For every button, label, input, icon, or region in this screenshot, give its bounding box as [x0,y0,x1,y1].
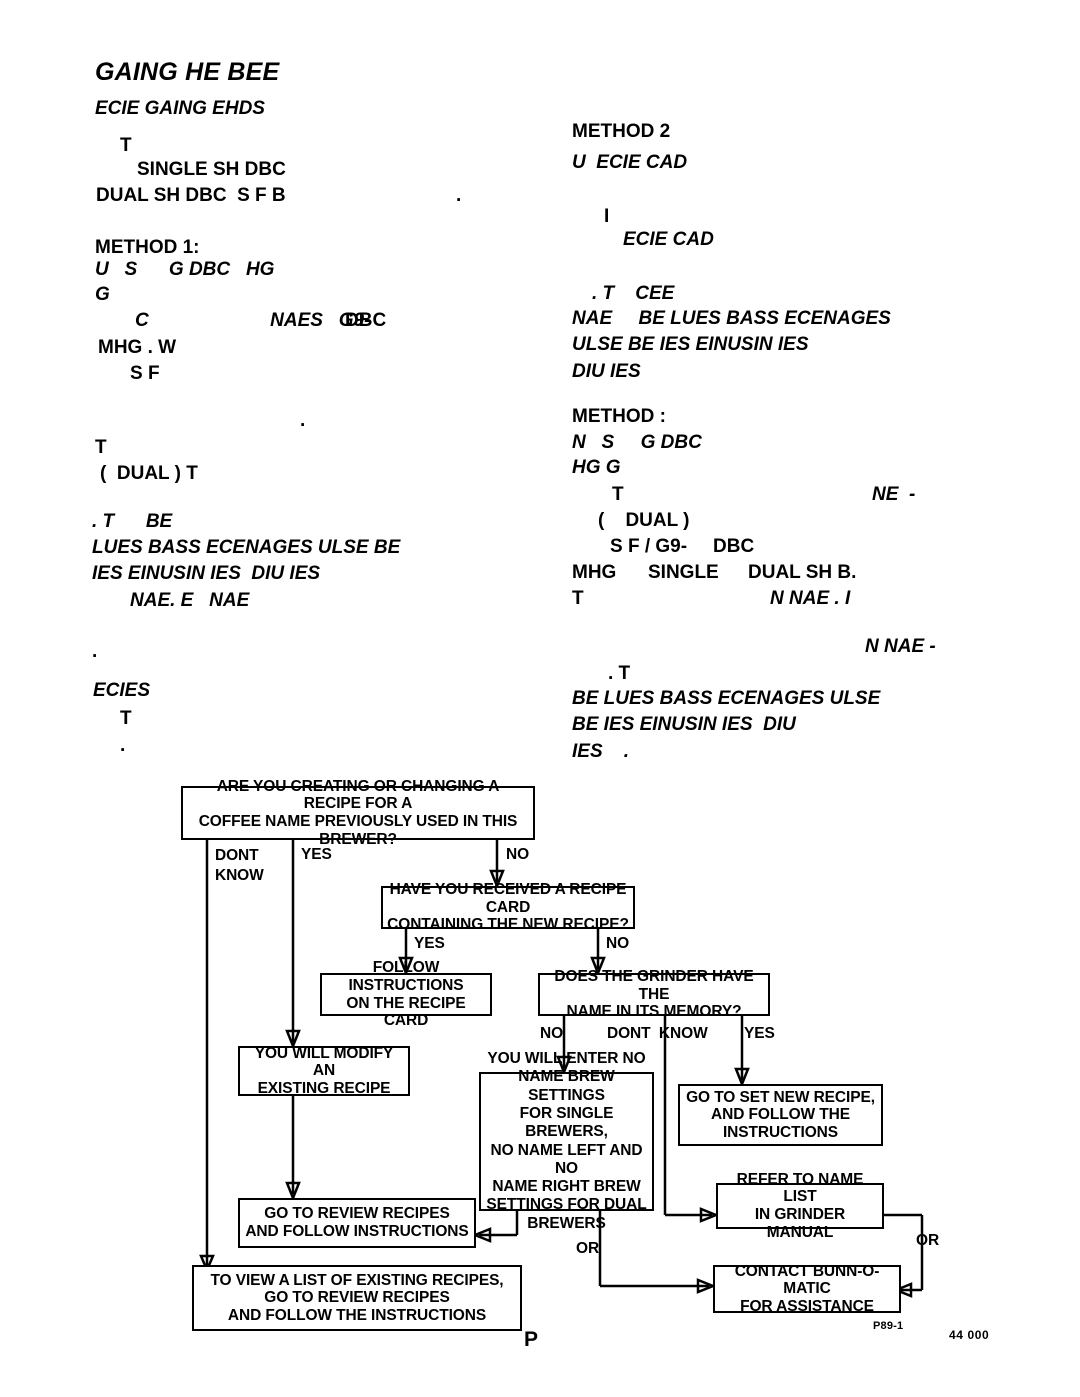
recipe-decision-flowchart: ARE YOU CREATING OR CHANGING A RECIPE FO… [0,0,1080,1397]
flow-box-refer-name-list: REFER TO NAME LIST IN GRINDER MANUAL [716,1171,884,1241]
flow-box-modify-existing-recipe: YOU WILL MODIFY AN EXISTING RECIPE [238,1045,410,1097]
flow-label-yes-3: YES [744,1025,775,1042]
footer-drawing-code: P89-1 [873,1320,904,1332]
flow-box-question-1: ARE YOU CREATING OR CHANGING A RECIPE FO… [181,778,535,848]
flow-label-dont-know-3: DONT KNOW [607,1025,708,1042]
flow-box-question-2: HAVE YOU RECEIVED A RECIPE CARD CONTAININ… [381,881,635,933]
flow-label-dont-know-1: DONT KNOW [215,847,264,885]
footer-page-number: 44 000 [949,1328,990,1342]
flow-label-no-1: NO [506,846,530,863]
flow-box-review-recipes: GO TO REVIEW RECIPES AND FOLLOW INSTRUCTI… [238,1198,476,1248]
flow-box-contact-bunn: CONTACT BUNN-O-MATIC FOR ASSISTANCE [713,1263,901,1315]
flow-box-enter-no-name-settings: YOU WILL ENTER NO NAME BREW SETTINGS FOR S… [479,1050,654,1232]
flow-box-set-new-recipe: GO TO SET NEW RECIPE, AND FOLLOW THE INSTR… [678,1084,883,1146]
flow-label-yes-1: YES [301,846,332,863]
flow-label-no-3: NO [540,1025,564,1042]
stray-glyph: P [524,1328,539,1351]
flow-box-follow-recipe-card: FOLLOW INSTRUCTIONS ON THE RECIPE CARD [320,959,492,1029]
flow-label-or-right: OR [916,1232,940,1249]
flow-label-yes-2: YES [414,935,445,952]
flow-box-question-3: DOES THE GRINDER HAVE THE NAME IN ITS MEM… [538,968,770,1020]
flow-label-no-2: NO [606,935,630,952]
flow-label-or-center: OR [576,1240,600,1257]
flow-box-view-existing-recipes: TO VIEW A LIST OF EXISTING RECIPES, GO TO… [192,1265,522,1331]
document-page: GAING HE BEE ECIE GAING EHDS T SINGLE SH… [0,0,1080,1397]
